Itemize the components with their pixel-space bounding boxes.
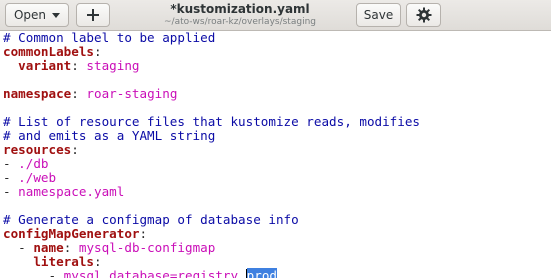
new-tab-button[interactable] — [76, 3, 110, 27]
code-line-7: # List of resource files that kustomize … — [3, 115, 420, 129]
plus-icon — [87, 9, 99, 21]
yaml-value: ./web — [18, 170, 57, 185]
selected-text[interactable]: prod — [246, 268, 277, 278]
comment-text: # Generate a configmap of database info — [3, 212, 299, 227]
window-title: *kustomization.yaml — [170, 2, 310, 16]
text-editor-window: Open *kustomization.yaml ~/ato-ws/roar-k… — [0, 0, 551, 278]
yaml-value: roar-staging — [78, 86, 178, 101]
window-title-block: *kustomization.yaml ~/ato-ws/roar-kz/ove… — [140, 2, 340, 28]
code-editor[interactable]: # Common label to be applied commonLabel… — [0, 31, 551, 278]
yaml-key: commonLabels — [3, 44, 94, 59]
header-bar: Open *kustomization.yaml ~/ato-ws/roar-k… — [0, 0, 551, 31]
yaml-value: namespace.yaml — [18, 184, 125, 199]
window-subtitle: ~/ato-ws/roar-kz/overlays/staging — [164, 17, 316, 27]
code-line-12: - namespace.yaml — [3, 185, 124, 199]
yaml-value: ./db — [18, 156, 49, 171]
yaml-dash: - — [3, 156, 19, 171]
code-line-10: - ./db — [3, 157, 49, 171]
yaml-colon: : — [71, 86, 79, 101]
yaml-colon: : — [94, 44, 102, 59]
yaml-dash: - — [48, 268, 64, 278]
comment-text: # Common label to be applied — [3, 31, 216, 45]
yaml-key: name — [33, 240, 64, 255]
yaml-value: mysql-db-configmap — [71, 240, 216, 255]
yaml-value: staging — [78, 58, 140, 73]
code-line-17: literals: — [3, 254, 102, 269]
yaml-dash: - — [3, 184, 19, 199]
yaml-colon: : — [94, 254, 102, 269]
code-line-11: - ./web — [3, 171, 56, 185]
comment-text: # and emits as a YAML string — [3, 128, 216, 143]
yaml-dash: - — [18, 240, 34, 255]
yaml-key: configMapGenerator — [3, 226, 140, 241]
yaml-key: namespace — [3, 86, 72, 101]
code-line-16: - name: mysql-db-configmap — [3, 241, 215, 255]
code-line-2: commonLabels: — [3, 45, 102, 59]
code-line-18: - mysql.database=registry_prod — [3, 268, 277, 278]
code-line-8: # and emits as a YAML string — [3, 129, 215, 143]
yaml-colon: : — [71, 142, 79, 157]
yaml-colon: : — [139, 226, 148, 241]
menu-button[interactable] — [406, 3, 441, 27]
code-line-15: configMapGenerator: — [3, 227, 147, 241]
code-line-9: resources: — [3, 143, 79, 157]
save-button[interactable]: Save — [356, 3, 401, 27]
yaml-key: literals — [33, 254, 95, 269]
code-line-14: # Generate a configmap of database info — [3, 213, 299, 227]
open-button-label: Open — [13, 8, 47, 22]
code-line-5: namespace: roar-staging — [3, 87, 177, 101]
code-line-1: # Common label to be applied — [3, 31, 215, 45]
open-button[interactable]: Open — [5, 3, 69, 27]
yaml-value: mysql.database=registry_ — [63, 268, 246, 278]
yaml-dash: - — [3, 170, 19, 185]
comment-text: # List of resource files that kustomize … — [3, 114, 421, 129]
code-line-3: variant: staging — [3, 58, 140, 73]
yaml-key: resources — [3, 142, 72, 157]
yaml-key: variant — [18, 58, 72, 73]
yaml-colon: : — [71, 58, 79, 73]
chevron-down-icon — [52, 12, 61, 18]
gear-icon — [416, 7, 431, 23]
